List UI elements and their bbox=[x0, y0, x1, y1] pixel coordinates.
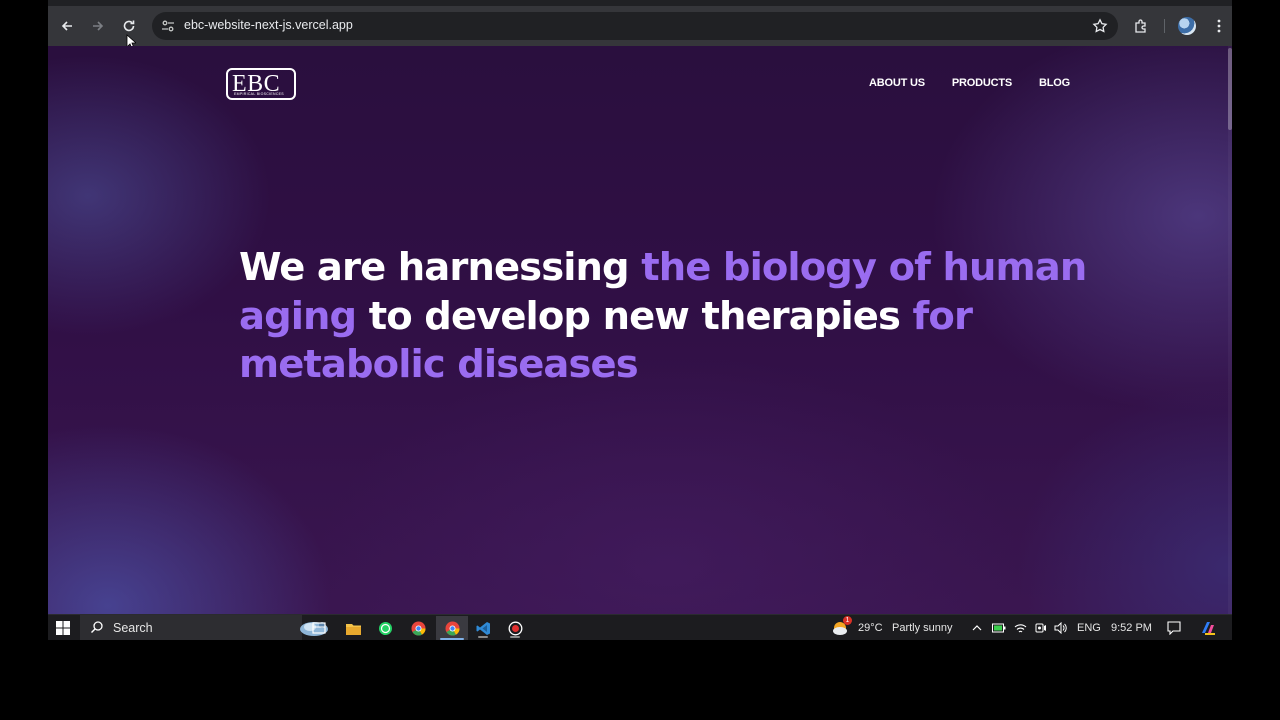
page-scrollbar[interactable] bbox=[1228, 46, 1232, 614]
arrow-left-icon bbox=[61, 21, 72, 31]
arrow-right-icon bbox=[93, 21, 104, 31]
start-button[interactable] bbox=[54, 618, 72, 638]
nav-about-us[interactable]: ABOUT US bbox=[869, 77, 925, 89]
vscode-button[interactable] bbox=[472, 618, 494, 638]
file-explorer-button[interactable] bbox=[344, 618, 362, 638]
bookmark-star-icon[interactable] bbox=[1092, 18, 1108, 34]
hero-text-white-1: We are harnessing bbox=[239, 245, 642, 290]
whatsapp-icon bbox=[378, 621, 392, 635]
browser-toolbar: ebc-website-next-js.vercel.app bbox=[48, 6, 1232, 50]
open-app-indicator bbox=[478, 636, 488, 638]
page-viewport: EBC EMPIRICAL BIOSCIENCES ABOUT US PRODU… bbox=[48, 46, 1232, 614]
logo-subtext: EMPIRICAL BIOSCIENCES bbox=[234, 92, 284, 96]
site-info-icon[interactable] bbox=[160, 18, 176, 34]
active-app-indicator bbox=[440, 638, 464, 640]
chrome-active-button[interactable] bbox=[436, 616, 468, 640]
puzzle-icon bbox=[1135, 19, 1146, 33]
hero-headline: We are harnessing the biology of human a… bbox=[239, 244, 1099, 390]
record-icon bbox=[508, 621, 522, 635]
extensions-button[interactable] bbox=[1129, 14, 1153, 38]
profile-avatar[interactable] bbox=[1178, 17, 1196, 35]
screen: ebc-website-next-js.vercel.app EBC EMPIR… bbox=[48, 0, 1232, 640]
open-app-indicator bbox=[510, 636, 520, 638]
nav-products[interactable]: PRODUCTS bbox=[952, 77, 1012, 89]
weather-alert-badge: 1 bbox=[843, 616, 852, 625]
chrome-button[interactable] bbox=[409, 618, 427, 638]
task-view-icon bbox=[312, 622, 326, 634]
address-bar[interactable]: ebc-website-next-js.vercel.app bbox=[152, 12, 1118, 40]
weather-temperature[interactable]: 29°C bbox=[858, 622, 883, 634]
chrome-icon bbox=[445, 621, 460, 636]
toolbar-divider bbox=[1164, 19, 1165, 33]
weather-description[interactable]: Partly sunny bbox=[892, 622, 953, 634]
recorder-button[interactable] bbox=[504, 618, 526, 638]
url-text[interactable]: ebc-website-next-js.vercel.app bbox=[184, 18, 353, 32]
chevron-up-icon[interactable] bbox=[972, 623, 982, 633]
whatsapp-button[interactable] bbox=[376, 618, 394, 638]
browser-menu-button[interactable] bbox=[1207, 14, 1231, 38]
notification-center-icon[interactable] bbox=[1167, 621, 1181, 635]
chrome-icon bbox=[411, 621, 426, 636]
reload-icon bbox=[123, 20, 135, 32]
vscode-icon bbox=[476, 621, 490, 635]
weather-widget-icon[interactable]: 1 bbox=[830, 616, 852, 638]
site-logo[interactable]: EBC EMPIRICAL BIOSCIENCES bbox=[226, 68, 296, 100]
input-language[interactable]: ENG bbox=[1077, 622, 1101, 634]
search-label: Search bbox=[113, 621, 153, 635]
taskbar: Search 1 29°C Partly sunny ENG 9:52 PM bbox=[48, 614, 1232, 640]
scrollbar-thumb[interactable] bbox=[1228, 48, 1232, 130]
back-button[interactable] bbox=[55, 14, 79, 38]
folder-icon bbox=[345, 623, 361, 635]
taskbar-search[interactable]: Search bbox=[80, 615, 328, 640]
wifi-icon[interactable] bbox=[1014, 622, 1027, 634]
nav-blog[interactable]: BLOG bbox=[1039, 77, 1070, 89]
forward-button[interactable] bbox=[86, 14, 110, 38]
battery-charging-icon[interactable] bbox=[992, 623, 1006, 633]
search-icon bbox=[91, 621, 103, 633]
camera-icon[interactable] bbox=[1035, 622, 1047, 634]
hero-text-white-2: to develop new therapies bbox=[356, 293, 913, 339]
more-vert-icon bbox=[1217, 19, 1221, 33]
windows-logo-icon bbox=[56, 621, 70, 635]
copilot-icon[interactable] bbox=[1200, 620, 1217, 636]
main-nav: ABOUT US PRODUCTS BLOG bbox=[869, 77, 1070, 89]
volume-icon[interactable] bbox=[1054, 622, 1067, 634]
clock-time[interactable]: 9:52 PM bbox=[1111, 622, 1152, 634]
task-view-button[interactable] bbox=[310, 618, 328, 638]
